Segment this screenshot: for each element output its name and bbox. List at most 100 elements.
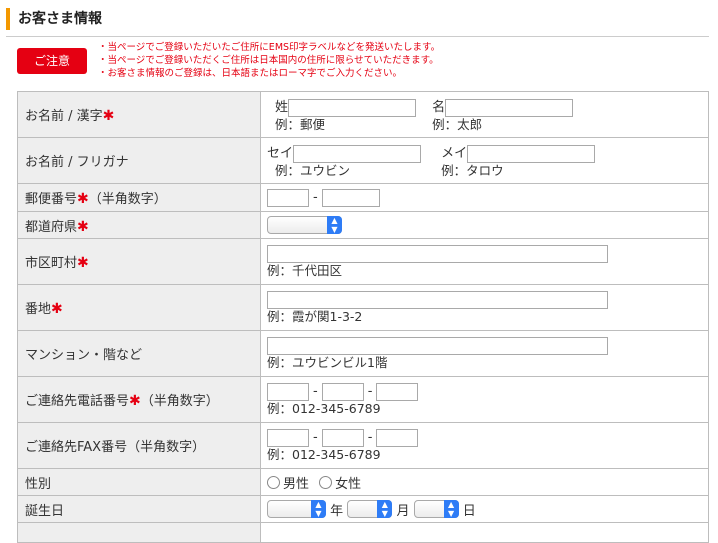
phone-hint: 例：012-345-6789 bbox=[267, 400, 381, 416]
section-divider bbox=[6, 36, 709, 37]
city-input[interactable] bbox=[267, 244, 608, 263]
last-name-input[interactable] bbox=[288, 98, 417, 117]
row-gender: 性別 男性 女性 bbox=[17, 468, 709, 496]
field-city: 例：千代田区 bbox=[260, 238, 709, 285]
separator: - bbox=[367, 430, 373, 445]
label-text: 誕生日 bbox=[25, 503, 65, 519]
label-text: ご連絡先電話番号 bbox=[25, 394, 130, 409]
label-postal: 郵便番号✱（半角数字） bbox=[17, 183, 261, 212]
row-birthday: 誕生日 ▲ ▼ 年 ▲ ▼ 月 ▲ ▼ 日 bbox=[17, 495, 709, 523]
required-mark: ✱ bbox=[77, 255, 89, 271]
field-postal: - bbox=[260, 183, 709, 212]
last-name-hint: 例：郵便 bbox=[275, 116, 326, 132]
field-building: 例：ユウビンビル1階 bbox=[260, 330, 709, 377]
label-text: マンション・階など bbox=[25, 348, 143, 363]
label-note: （半角数字） bbox=[140, 394, 219, 409]
required-mark: ✱ bbox=[77, 218, 89, 235]
field-gender: 男性 女性 bbox=[260, 468, 709, 496]
address-input[interactable] bbox=[267, 290, 608, 309]
month-unit: 月 bbox=[396, 503, 410, 519]
gender-female-radio[interactable] bbox=[319, 475, 333, 489]
fax-1-input[interactable] bbox=[267, 428, 309, 447]
label-phone: ご連絡先電話番号✱（半角数字） bbox=[17, 376, 261, 423]
postal-code-2-input[interactable] bbox=[321, 188, 380, 207]
label-text: 性別 bbox=[25, 476, 52, 492]
gender-male-radio[interactable] bbox=[267, 475, 280, 489]
phone-2-input[interactable] bbox=[321, 382, 364, 401]
fax-hint: 例：012-345-6789 bbox=[267, 446, 381, 462]
label-text: お名前 / フリガナ bbox=[25, 155, 129, 170]
row-prefecture: 都道府県✱ ▲ ▼ bbox=[17, 211, 709, 239]
notice-text: ・当ページでご登録いただいたご住所にEMS印字ラベルなどを発送いたします。 ・当… bbox=[98, 41, 440, 80]
last-name-label: 姓 bbox=[275, 100, 289, 116]
field-address: 例：霞が関1-3-2 bbox=[260, 284, 709, 331]
first-name-input[interactable] bbox=[445, 98, 574, 117]
row-fax: ご連絡先FAX番号（半角数字） - - 例：012-345-6789 bbox=[17, 422, 709, 469]
label-fax: ご連絡先FAX番号（半角数字） bbox=[17, 422, 261, 469]
field-birthday: ▲ ▼ 年 ▲ ▼ 月 ▲ ▼ 日 bbox=[260, 495, 709, 523]
field-phone: - - 例：012-345-6789 bbox=[260, 376, 709, 423]
notice-line: ・当ページでご登録いただいたご住所にEMS印字ラベルなどを発送いたします。 bbox=[98, 42, 441, 53]
label-prefecture: 都道府県✱ bbox=[17, 211, 261, 239]
first-name-kana-label: メイ bbox=[441, 146, 468, 162]
address-hint: 例：霞が関1-3-2 bbox=[267, 308, 363, 324]
required-mark: ✱ bbox=[51, 301, 63, 317]
chevron-updown-icon: ▲ ▼ bbox=[377, 500, 393, 518]
day-unit: 日 bbox=[462, 503, 476, 519]
fax-2-input[interactable] bbox=[321, 428, 364, 447]
label-building: マンション・階など bbox=[17, 330, 261, 377]
notice-button[interactable]: ご注意 bbox=[17, 48, 87, 74]
row-partial bbox=[17, 522, 709, 543]
row-name-kanji: お名前 / 漢字✱ 姓 例：郵便 名 例：太郎 bbox=[17, 91, 709, 138]
label-name-kana: お名前 / フリガナ bbox=[17, 137, 261, 184]
chevron-updown-icon: ▲ ▼ bbox=[443, 500, 459, 518]
gender-male-label: 男性 bbox=[283, 476, 310, 492]
required-mark: ✱ bbox=[102, 108, 115, 124]
separator: - bbox=[313, 384, 318, 399]
phone-1-input[interactable] bbox=[267, 382, 309, 401]
row-address: 番地✱ 例：霞が関1-3-2 bbox=[17, 284, 709, 331]
birth-day-select[interactable]: ▲ ▼ bbox=[413, 500, 459, 518]
label-gender: 性別 bbox=[17, 468, 261, 496]
postal-code-1-input[interactable] bbox=[267, 188, 309, 207]
field-prefecture: ▲ ▼ bbox=[260, 211, 709, 239]
row-phone: ご連絡先電話番号✱（半角数字） - - 例：012-345-6789 bbox=[17, 376, 709, 423]
row-postal: 郵便番号✱（半角数字） - bbox=[17, 183, 709, 212]
prefecture-select[interactable]: ▲ ▼ bbox=[267, 216, 342, 234]
first-name-kana-input[interactable] bbox=[467, 144, 596, 163]
fax-3-input[interactable] bbox=[376, 428, 419, 447]
last-name-kana-label: セイ bbox=[267, 146, 294, 162]
field-name-kana: セイ 例：ユウビン メイ 例：タロウ bbox=[260, 137, 709, 184]
chevron-updown-icon: ▲ ▼ bbox=[327, 216, 342, 234]
row-city: 市区町村✱ 例：千代田区 bbox=[17, 238, 709, 285]
year-unit: 年 bbox=[330, 503, 344, 519]
label-address: 番地✱ bbox=[17, 284, 261, 331]
label-text: お名前 / 漢字 bbox=[25, 109, 103, 124]
label-text: ご連絡先FAX番号（半角数字） bbox=[25, 440, 206, 455]
birth-year-select[interactable]: ▲ ▼ bbox=[267, 500, 326, 518]
city-hint: 例：千代田区 bbox=[267, 262, 343, 278]
label-text: 都道府県 bbox=[25, 219, 78, 235]
label-text: 郵便番号 bbox=[25, 192, 78, 207]
label-birthday: 誕生日 bbox=[17, 495, 261, 523]
separator: - bbox=[313, 430, 318, 445]
phone-3-input[interactable] bbox=[376, 382, 419, 401]
last-name-kana-input[interactable] bbox=[293, 144, 422, 163]
section-title: お客さま情報 bbox=[6, 8, 706, 30]
label-text: 市区町村 bbox=[25, 256, 78, 271]
label-name-kanji: お名前 / 漢字✱ bbox=[17, 91, 261, 138]
field-fax: - - 例：012-345-6789 bbox=[260, 422, 709, 469]
birth-month-select[interactable]: ▲ ▼ bbox=[347, 500, 393, 518]
building-input[interactable] bbox=[267, 336, 608, 355]
field-empty bbox=[260, 522, 709, 543]
notice-line: ・お客さま情報のご登録は、日本語またはローマ字でご入力ください。 bbox=[98, 68, 403, 79]
building-hint: 例：ユウビンビル1階 bbox=[267, 354, 388, 370]
separator: - bbox=[367, 384, 373, 399]
chevron-updown-icon: ▲ ▼ bbox=[311, 500, 326, 518]
required-mark: ✱ bbox=[77, 191, 89, 207]
first-name-label: 名 bbox=[432, 100, 446, 116]
row-name-kana: お名前 / フリガナ セイ 例：ユウビン メイ 例：タロウ bbox=[17, 137, 709, 184]
first-name-hint: 例：太郎 bbox=[432, 116, 483, 132]
last-name-kana-hint: 例：ユウビン bbox=[275, 162, 351, 178]
row-building: マンション・階など 例：ユウビンビル1階 bbox=[17, 330, 709, 377]
